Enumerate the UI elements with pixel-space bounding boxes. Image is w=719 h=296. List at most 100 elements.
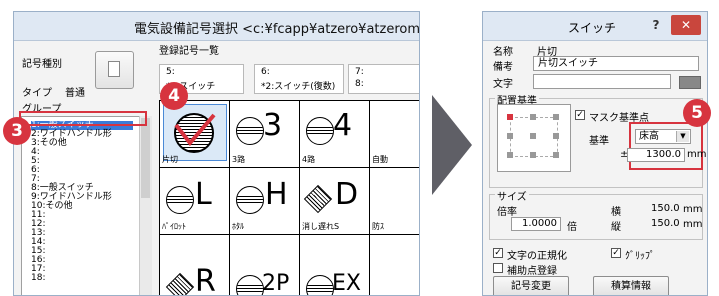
aux-point-checkbox[interactable]	[493, 263, 503, 273]
base-point[interactable]	[530, 114, 536, 120]
symbol-cell[interactable]: L ﾊﾟｲﾛｯﾄ	[160, 168, 230, 235]
dialog-titlebar: スイッチ ? ✕	[483, 12, 707, 41]
switch-circle-icon	[306, 275, 334, 295]
note-label: 備考	[493, 62, 513, 73]
symbol-cell[interactable]: 防ｽ	[370, 168, 419, 235]
symbol-name: 4路	[302, 155, 316, 164]
group-list[interactable]: 1:一般スイッチ 2:ワイドハンドル形 3:その他 4: 5: 6: 7: 8:…	[21, 116, 148, 295]
step-badge-5: 5	[683, 99, 711, 127]
symbol-cell[interactable]: 2P	[230, 235, 300, 296]
symbol-glyph: L	[195, 177, 212, 212]
switch-circle-icon	[166, 186, 194, 214]
window-title: 電気設備記号選択 <c:¥fcapp¥atzero¥atzeromaste	[134, 22, 420, 37]
symbol-name: 消し遅れS	[302, 222, 340, 231]
text-style-button[interactable]	[679, 76, 701, 89]
base-point[interactable]	[553, 114, 559, 120]
symbol-glyph: EX	[332, 271, 361, 296]
symbol-name: ﾊﾟｲﾛｯﾄ	[162, 222, 186, 231]
symbol-name: ﾎﾀﾙ	[232, 222, 244, 231]
switch-diamond-icon	[303, 184, 333, 214]
text-field[interactable]	[533, 74, 671, 89]
base-point[interactable]	[530, 152, 536, 158]
header-cell-name: 8:	[355, 79, 364, 89]
grip-checkbox[interactable]: ✓	[611, 248, 621, 258]
switch-diamond-icon	[165, 272, 195, 295]
close-button[interactable]: ✕	[671, 15, 701, 35]
height-unit: mm	[683, 219, 703, 230]
base-point[interactable]	[530, 133, 536, 139]
symbol-select-window: 電気設備記号選択 <c:¥fcapp¥atzero¥atzeromaste 記号…	[13, 11, 420, 296]
symbol-cell[interactable]: 3 3路	[230, 101, 300, 168]
symbol-glyph: 4	[333, 108, 353, 143]
symbol-cell[interactable]	[370, 235, 419, 295]
symbol-name: 自動	[372, 155, 388, 164]
base-select[interactable]: 床高 ▼	[635, 129, 691, 144]
switch-dialog: スイッチ ? ✕ 名称 片切 備考 片切スイッチ 文字 配置基準 ✓ マスク基準…	[482, 11, 708, 296]
base-point[interactable]	[553, 152, 559, 158]
header-cell-num: 6:	[261, 67, 270, 77]
width-label: 横	[611, 207, 621, 218]
symbol-kind-button[interactable]	[95, 51, 134, 89]
symbol-cell[interactable]: R	[160, 235, 230, 296]
symbol-cell[interactable]: 自動	[370, 101, 419, 168]
change-symbol-button[interactable]: 記号変更	[493, 276, 569, 295]
offset-unit: mm	[687, 149, 707, 160]
base-point-picker[interactable]	[497, 104, 571, 172]
offset-field[interactable]: 1300.0	[627, 148, 685, 162]
symbol-glyph: 3	[263, 108, 283, 143]
symbol-name: 防ｽ	[372, 222, 384, 231]
symbol-cell[interactable]: H ﾎﾀﾙ	[230, 168, 300, 235]
symbol-cell[interactable]: D 消し遅れS	[300, 168, 370, 235]
chevron-down-icon[interactable]: ▼	[676, 131, 689, 142]
base-point[interactable]	[507, 152, 513, 158]
normalize-label: 文字の正規化	[507, 251, 567, 262]
symbol-glyph: 2P	[262, 271, 290, 296]
header-cell-num: 7:	[355, 67, 364, 77]
width-value: 150.0	[651, 203, 680, 214]
header-cell[interactable]: 6: *2:スイッチ(復数)	[254, 64, 344, 94]
base-point-selected[interactable]	[507, 114, 513, 120]
group-list-scrollbar[interactable]	[139, 116, 152, 295]
symbol-glyph: R	[195, 264, 216, 296]
normalize-checkbox[interactable]: ✓	[493, 248, 503, 258]
width-unit: mm	[683, 204, 703, 215]
scale-field[interactable]: 1.0000	[511, 217, 561, 231]
size-label: サイズ	[495, 188, 529, 203]
symbol-name: 片切	[162, 155, 178, 164]
symbol-kind-label: 記号種別	[22, 59, 62, 70]
header-cell-name: *2:スイッチ(復数)	[261, 82, 336, 92]
symbol-name: 3路	[232, 155, 246, 164]
text-label: 文字	[493, 79, 513, 90]
dialog-title: スイッチ	[568, 21, 617, 35]
registered-symbols-label: 登録記号一覧	[159, 46, 219, 57]
switch-circle-icon	[236, 117, 264, 145]
arrow-right-icon	[432, 95, 472, 195]
scrollbar-thumb[interactable]	[141, 118, 150, 198]
symbol-cell[interactable]: 4 4路	[300, 101, 370, 168]
type-value: 普通	[65, 88, 85, 99]
selection-highlight	[19, 111, 147, 126]
height-label: 縦	[611, 222, 621, 233]
header-cell[interactable]: 7: 8:	[348, 64, 419, 94]
type-label: タイプ	[22, 88, 52, 99]
help-button[interactable]: ?	[646, 15, 666, 35]
symbol-glyph: D	[335, 177, 359, 212]
mask-checkbox[interactable]: ✓	[575, 110, 585, 120]
symbol-cell[interactable]: EX	[300, 235, 370, 296]
height-value: 150.0	[651, 218, 680, 229]
document-icon	[108, 61, 120, 77]
note-field[interactable]: 片切スイッチ	[533, 56, 699, 71]
aux-point-label: 補助点登録	[507, 266, 557, 277]
base-point[interactable]	[553, 133, 559, 139]
step-badge-3: 3	[3, 117, 31, 145]
base-select-value: 床高	[639, 131, 659, 142]
list-item[interactable]: 18:	[31, 274, 45, 283]
name-label: 名称	[493, 47, 513, 58]
step-badge-4: 4	[160, 82, 188, 110]
switch-circle-icon	[306, 117, 334, 145]
base-point[interactable]	[507, 133, 513, 139]
scale-label: 倍率	[497, 207, 517, 218]
symbol-cell-selected[interactable]: 片切	[160, 101, 230, 168]
estimate-info-button[interactable]: 積算情報	[593, 276, 669, 295]
switch-circle-icon	[236, 186, 264, 214]
